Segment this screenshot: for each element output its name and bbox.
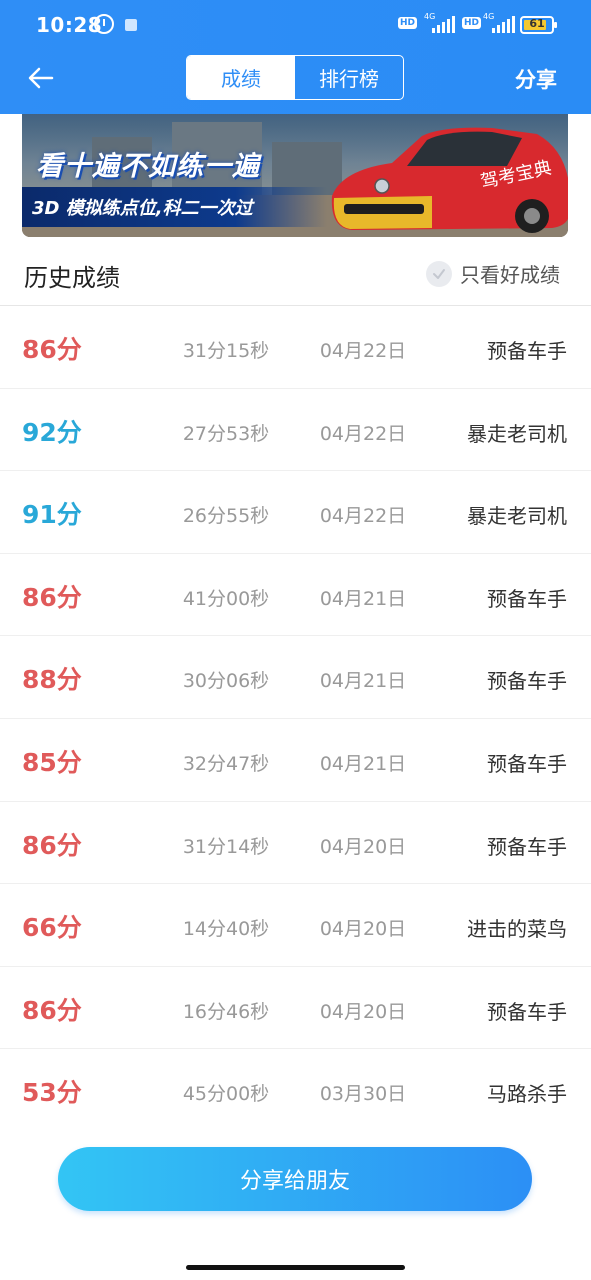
back-arrow-icon [28,67,54,89]
back-button[interactable] [26,64,56,92]
rank-title: 预备车手 [487,751,567,776]
score-value: 86分 [22,830,82,860]
score-value: 86分 [22,582,82,612]
battery-level: 61 [529,17,545,30]
duration-value: 45分00秒 [182,1083,270,1106]
share-to-friends-button[interactable]: 分享给朋友 [58,1147,532,1211]
date-value: 04月22日 [319,340,407,362]
rank-title: 暴走老司机 [467,504,567,529]
list-item[interactable]: 66分 14分40秒 04月20日 进击的菜鸟 [0,884,591,967]
hd-badge: HD [398,17,418,29]
list-item[interactable]: 86分 16分46秒 04月20日 预备车手 [0,967,591,1050]
share-button[interactable]: 分享 [515,64,557,94]
duration-value: 27分53秒 [182,422,270,445]
rank-title: 进击的菜鸟 [467,917,567,942]
tab-leaderboard[interactable]: 排行榜 [295,56,403,99]
rank-title: 马路杀手 [487,1082,567,1107]
banner-headline: 看十遍不如练一遍 [36,151,260,182]
score-list: 86分 31分15秒 04月22日 预备车手 92分 27分53秒 04月22日 暴走老司机 9… [0,306,591,1132]
history-header: 历史成绩 只看好成绩 [0,238,591,306]
alarm-icon [94,14,114,34]
score-value: 53分 [22,1078,82,1108]
duration-value: 31分15秒 [182,340,270,362]
date-value: 04月20日 [319,918,407,941]
signal-icon-2 [492,15,515,33]
status-bar: 10:28 HD 4G HD 4G 61 [0,0,591,50]
rank-title: 预备车手 [487,586,567,611]
score-value: 92分 [22,417,82,447]
signal-icon [432,15,455,33]
score-value: 88分 [22,665,82,695]
date-value: 04月21日 [319,752,407,775]
duration-value: 16分46秒 [182,1000,270,1023]
list-item[interactable]: 86分 41分00秒 04月21日 预备车手 [0,554,591,637]
date-value: 04月22日 [319,422,407,445]
hd-badge-2: HD [462,17,482,29]
score-value: 66分 [22,913,82,943]
list-item[interactable]: 86分 31分14秒 04月20日 预备车手 [0,802,591,885]
app-notification-icon [125,19,137,31]
duration-value: 32分47秒 [182,752,270,775]
rank-title: 预备车手 [487,339,567,363]
duration-value: 41分00秒 [182,587,270,610]
duration-value: 31分14秒 [182,835,270,858]
date-value: 04月22日 [319,505,407,528]
list-item[interactable]: 92分 27分53秒 04月22日 暴走老司机 [0,389,591,472]
battery-icon: 61 [520,16,557,34]
car-illustration: 驾考宝典 [331,127,568,233]
home-indicator[interactable] [186,1265,405,1270]
filter-label: 只看好成绩 [460,263,560,287]
duration-value: 26分55秒 [182,505,270,528]
tab-switcher: 成绩 排行榜 [186,55,404,100]
banner-subline: 3D 模拟练点位,科二一次过 [32,198,253,219]
date-value: 03月30日 [319,1083,407,1106]
list-item[interactable]: 91分 26分55秒 04月22日 暴走老司机 [0,471,591,554]
date-value: 04月20日 [319,1000,407,1023]
good-scores-filter[interactable]: 只看好成绩 [426,259,560,288]
rank-title: 预备车手 [487,999,567,1024]
status-time: 10:28 [36,13,103,37]
rank-title: 暴走老司机 [467,421,567,446]
list-item[interactable]: 86分 31分15秒 04月22日 预备车手 [0,306,591,389]
date-value: 04月20日 [319,835,407,858]
duration-value: 30分06秒 [182,670,270,693]
checkbox-icon[interactable] [426,260,452,287]
list-item[interactable]: 88分 30分06秒 04月21日 预备车手 [0,636,591,719]
rank-title: 预备车手 [487,669,567,694]
list-item[interactable]: 85分 32分47秒 04月21日 预备车手 [0,719,591,802]
score-value: 91分 [22,500,82,530]
rank-title: 预备车手 [487,834,567,859]
app-header: 10:28 HD 4G HD 4G 61 成绩 排行榜 分享 [0,0,591,114]
history-title: 历史成绩 [24,264,120,292]
date-value: 04月21日 [319,587,407,610]
score-value: 86分 [22,335,82,364]
tab-scores[interactable]: 成绩 [187,56,295,99]
list-item[interactable]: 53分 45分00秒 03月30日 马路杀手 [0,1049,591,1132]
date-value: 04月21日 [319,670,407,693]
score-value: 86分 [22,995,82,1025]
promo-banner[interactable]: 看十遍不如练一遍 3D 模拟练点位,科二一次过 驾考宝典 [22,114,568,237]
score-value: 85分 [22,747,82,777]
duration-value: 14分40秒 [182,918,270,941]
